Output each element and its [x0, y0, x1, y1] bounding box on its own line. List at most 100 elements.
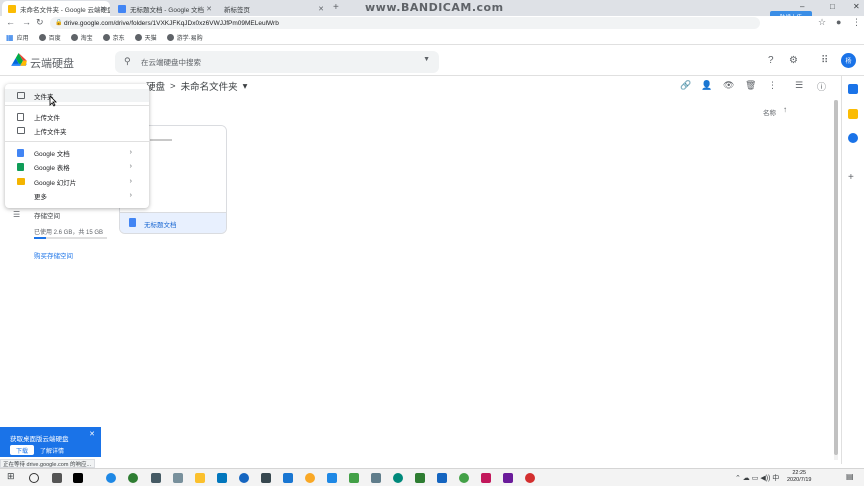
- search-options-icon[interactable]: ▼: [423, 56, 430, 63]
- chevron-down-icon[interactable]: ▾: [243, 81, 248, 92]
- calendar-icon[interactable]: [848, 84, 858, 94]
- chrome-icon[interactable]: [459, 473, 469, 483]
- scrollbar[interactable]: [834, 100, 838, 460]
- edge-icon[interactable]: [106, 473, 116, 483]
- browser-app-icon[interactable]: [128, 473, 138, 483]
- bookmark-item[interactable]: 京东: [102, 33, 125, 42]
- app-icon[interactable]: [349, 473, 359, 483]
- profile-icon[interactable]: ●: [836, 17, 841, 27]
- close-tab-icon[interactable]: ✕: [206, 5, 212, 13]
- link-icon[interactable]: 🔗: [680, 80, 691, 91]
- trash-icon[interactable]: 🗑: [745, 80, 756, 91]
- search-icon[interactable]: ⚲: [124, 56, 131, 67]
- buy-storage-link[interactable]: 购买存储空间: [34, 250, 73, 260]
- menu-item-upload-folder[interactable]: 上传文件夹: [5, 124, 149, 137]
- chevron-right-icon: ›: [129, 163, 132, 170]
- menu-item-google-docs[interactable]: Google 文档 ›: [5, 146, 149, 159]
- scrollbar-thumb[interactable]: [834, 100, 838, 455]
- app-icon[interactable]: [503, 473, 513, 483]
- more-vert-icon[interactable]: ⋮: [768, 80, 777, 91]
- settings-gear-icon[interactable]: ⚙: [789, 55, 798, 66]
- tab-title: 未命名文件夹 - Google 云端硬盘: [20, 6, 110, 14]
- download-button[interactable]: 下载: [10, 445, 34, 455]
- bookmark-item[interactable]: 淘宝: [70, 33, 93, 42]
- list-view-icon[interactable]: ☰: [795, 80, 803, 91]
- storage-label[interactable]: 存储空间: [34, 210, 60, 220]
- bandicam-record-icon[interactable]: [525, 473, 535, 483]
- tab-drive[interactable]: 未命名文件夹 - Google 云端硬盘 ✕: [2, 1, 110, 16]
- learn-more-link[interactable]: 了解详情: [40, 446, 64, 455]
- add-addon-icon[interactable]: +: [848, 172, 854, 183]
- search-icon[interactable]: [29, 473, 39, 483]
- avatar[interactable]: 杨: [841, 53, 856, 68]
- bookmark-apps[interactable]: ▦ 应用: [6, 33, 29, 42]
- menu-item-google-sheets[interactable]: Google 表格 ›: [5, 160, 149, 173]
- app-icon[interactable]: [393, 473, 403, 483]
- address-bar[interactable]: 🔒 drive.google.com/drive/folders/1VXKJFK…: [50, 17, 760, 29]
- windows-taskbar: ⊞ ⌃ ☁ ▭ ◀)) 中 22:25 2020/7/19 ▤: [0, 468, 864, 486]
- clock-time: 22:25: [792, 470, 807, 476]
- menu-item-more[interactable]: 更多 ›: [5, 189, 149, 202]
- storage-used-text: 已使用 2.6 GB，共 15 GB: [34, 230, 104, 236]
- drive-logo-icon[interactable]: [10, 53, 27, 68]
- preview-eye-icon[interactable]: 👁: [723, 80, 734, 91]
- app-icon[interactable]: [239, 473, 249, 483]
- close-window-icon[interactable]: ✕: [853, 2, 860, 11]
- menu-item-google-slides[interactable]: Google 幻灯片 ›: [5, 175, 149, 188]
- bookmark-item[interactable]: 天猫: [134, 33, 157, 42]
- info-icon[interactable]: ⓘ: [817, 80, 826, 93]
- app-icon[interactable]: [261, 473, 271, 483]
- search-placeholder: 在云端硬盘中搜索: [141, 57, 201, 67]
- windows-start-icon[interactable]: ⊞: [7, 471, 17, 481]
- app-icon[interactable]: [217, 473, 227, 483]
- app-icon[interactable]: [437, 473, 447, 483]
- apps-grid-icon[interactable]: ⠿: [821, 55, 828, 66]
- sort-arrow-icon[interactable]: ↑: [783, 105, 787, 114]
- share-person-icon[interactable]: 👤: [701, 80, 712, 91]
- keep-icon[interactable]: [848, 109, 858, 119]
- app-icon[interactable]: [283, 473, 293, 483]
- drive-brand-name[interactable]: 云端硬盘: [30, 55, 74, 71]
- tab-docs[interactable]: 无标题文档 - Google 文档 ✕: [112, 1, 216, 16]
- bookmark-star-icon[interactable]: ☆: [818, 17, 826, 28]
- forward-icon[interactable]: →: [22, 17, 31, 27]
- breadcrumb-current[interactable]: 未命名文件夹: [181, 79, 238, 93]
- google-docs-icon: [17, 149, 24, 157]
- menu-item-upload-file[interactable]: 上传文件: [5, 110, 149, 123]
- sort-name-label[interactable]: 名称: [763, 107, 776, 117]
- taskbar-clock[interactable]: 22:25 2020/7/19: [787, 470, 811, 484]
- menu-item-new-folder[interactable]: 文件夹: [5, 89, 149, 102]
- app-icon[interactable]: [327, 473, 337, 483]
- close-tab-icon[interactable]: ✕: [100, 5, 106, 13]
- bookmark-item[interactable]: 游学·易购: [166, 33, 203, 42]
- close-tab-icon[interactable]: ✕: [318, 5, 324, 13]
- google-slides-icon: [17, 178, 25, 185]
- notifications-icon[interactable]: ▤: [846, 472, 854, 481]
- bookmark-item[interactable]: 百度: [38, 33, 61, 42]
- system-tray-icons[interactable]: ⌃ ☁ ▭ ◀)) 中: [735, 473, 779, 483]
- app-icon[interactable]: [173, 473, 183, 483]
- app-icon[interactable]: [151, 473, 161, 483]
- tab-newtab[interactable]: 新标签页 ✕: [218, 1, 328, 16]
- app-icon[interactable]: [371, 473, 381, 483]
- app-icon[interactable]: [415, 473, 425, 483]
- maximize-icon[interactable]: □: [830, 2, 835, 11]
- app-icon[interactable]: [73, 473, 83, 483]
- file-name-bar: 无标题文档: [120, 212, 226, 233]
- new-tab-icon[interactable]: +: [333, 2, 339, 13]
- app-icon[interactable]: [481, 473, 491, 483]
- breadcrumb-separator: >: [170, 80, 176, 92]
- google-docs-icon: [129, 218, 136, 227]
- help-icon[interactable]: ?: [768, 55, 774, 66]
- minimize-icon[interactable]: –: [800, 2, 804, 11]
- app-icon[interactable]: [305, 473, 315, 483]
- tasks-icon[interactable]: [848, 133, 858, 143]
- file-explorer-icon[interactable]: [195, 473, 205, 483]
- task-view-icon[interactable]: [52, 473, 62, 483]
- close-icon[interactable]: ✕: [89, 430, 95, 438]
- browser-menu-icon[interactable]: ⋮: [852, 17, 861, 28]
- reload-icon[interactable]: ↻: [36, 17, 44, 28]
- chevron-right-icon: ›: [129, 149, 132, 156]
- back-icon[interactable]: ←: [6, 17, 15, 27]
- search-input[interactable]: ⚲ 在云端硬盘中搜索 ▼: [115, 51, 439, 73]
